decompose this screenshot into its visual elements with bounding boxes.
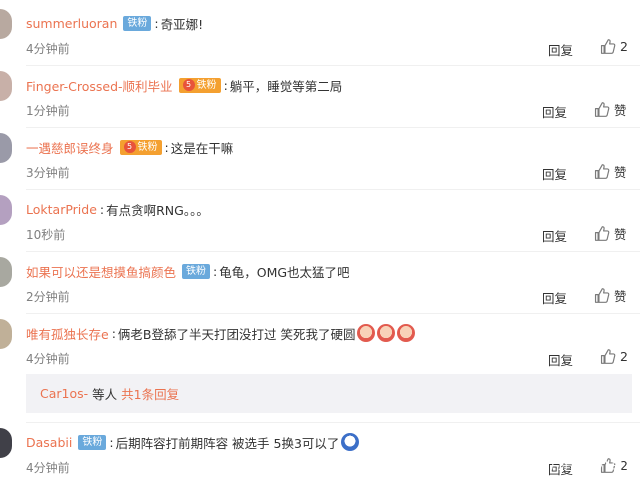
comment-time: 10秒前 xyxy=(26,228,66,242)
username-link[interactable]: 一遇慈郎误终身 xyxy=(26,138,114,157)
avatar[interactable] xyxy=(0,9,12,39)
like-button[interactable]: 2 xyxy=(599,348,628,365)
like-count: 赞 xyxy=(614,227,627,242)
level-icon: 5 xyxy=(123,141,136,153)
divider xyxy=(26,127,640,128)
username-link[interactable]: summerluoran xyxy=(26,16,117,31)
fan-badge: 5 铁粉 xyxy=(119,139,162,155)
divider xyxy=(26,313,640,314)
fan-badge: 铁粉 xyxy=(182,263,211,279)
like-button[interactable]: 赞 xyxy=(593,286,627,305)
reply-button[interactable]: 回复 xyxy=(542,164,567,183)
avatar[interactable] xyxy=(0,71,12,101)
thumbs-up-icon xyxy=(594,102,610,117)
like-button[interactable]: 赞 xyxy=(593,100,627,119)
username-link[interactable]: LoktarPride xyxy=(26,202,97,217)
sub-reply-text: 等人 xyxy=(92,387,118,402)
username-link[interactable]: 如果可以还是想摸鱼搞颜色 xyxy=(26,262,176,281)
avatar[interactable] xyxy=(0,257,12,287)
avatar[interactable] xyxy=(0,319,12,349)
like-button[interactable]: 赞 xyxy=(593,162,627,181)
avatar[interactable] xyxy=(0,133,12,163)
like-count: 2 xyxy=(620,39,628,54)
comment-text: 龟龟，OMG也太猛了吧 xyxy=(219,264,350,280)
username-link[interactable]: Dasabii xyxy=(26,435,72,450)
level-icon: 5 xyxy=(182,79,195,91)
emoji-icon xyxy=(397,324,416,342)
sub-reply-box: Car1os- 等人 共1条回复 xyxy=(26,374,632,413)
like-count: 赞 xyxy=(614,103,627,118)
username-link[interactable]: 唯有孤独长存e xyxy=(26,324,109,343)
divider xyxy=(26,65,640,66)
divider xyxy=(26,251,640,252)
reply-button[interactable]: 回复 xyxy=(542,288,567,307)
comment-time: 4分钟前 xyxy=(26,352,70,366)
like-button[interactable]: 2 xyxy=(599,38,628,55)
thumbs-up-icon xyxy=(594,226,610,241)
fan-badge: 5 铁粉 xyxy=(178,77,221,93)
comment-text: 有点贪啊RNG。。。 xyxy=(106,202,209,218)
reply-button[interactable]: 回复 xyxy=(548,350,573,369)
watermark: 百家号/游戏小八卦 xyxy=(508,458,626,473)
emoji-icon xyxy=(377,324,396,342)
divider xyxy=(26,422,640,423)
avatar[interactable] xyxy=(0,428,12,458)
emoji-icon xyxy=(357,324,376,342)
reply-button[interactable]: 回复 xyxy=(542,102,567,121)
thumbs-up-icon xyxy=(600,349,616,364)
username-link[interactable]: Finger-Crossed-顺利毕业 xyxy=(26,76,173,95)
thumbs-up-icon xyxy=(594,288,610,303)
like-count: 2 xyxy=(620,349,628,364)
like-count: 赞 xyxy=(614,165,627,180)
comment-time: 3分钟前 xyxy=(26,166,70,180)
reply-button[interactable]: 回复 xyxy=(548,40,573,59)
comment-time: 2分钟前 xyxy=(26,290,70,304)
comment-text: 奇亚娜! xyxy=(160,16,204,32)
sub-reply-username[interactable]: Car1os- xyxy=(40,386,88,401)
comment-text: 这是在干嘛 xyxy=(170,140,234,156)
comment-text: 躺平，睡觉等第二局 xyxy=(229,78,343,94)
view-replies-link[interactable]: 共1条回复 xyxy=(121,384,179,403)
comment-text: 后期阵容打前期阵容 被选手 5换3可以了 xyxy=(115,435,340,451)
comment-text: 俩老B登舔了半天打团没打过 笑死我了硬圆 xyxy=(117,326,356,342)
avatar[interactable] xyxy=(0,195,12,225)
comment-time: 1分钟前 xyxy=(26,104,70,118)
divider xyxy=(26,189,640,190)
reply-button[interactable]: 回复 xyxy=(542,226,567,245)
thumbs-up-icon xyxy=(600,39,616,54)
fan-badge: 铁粉 xyxy=(78,434,107,450)
like-button[interactable]: 赞 xyxy=(593,224,627,243)
comment-time: 4分钟前 xyxy=(26,461,70,475)
like-count: 赞 xyxy=(614,289,627,304)
comment-time: 4分钟前 xyxy=(26,42,70,56)
fan-badge: 铁粉 xyxy=(123,15,152,31)
emoji-icon xyxy=(341,433,360,451)
thumbs-up-icon xyxy=(594,164,610,179)
